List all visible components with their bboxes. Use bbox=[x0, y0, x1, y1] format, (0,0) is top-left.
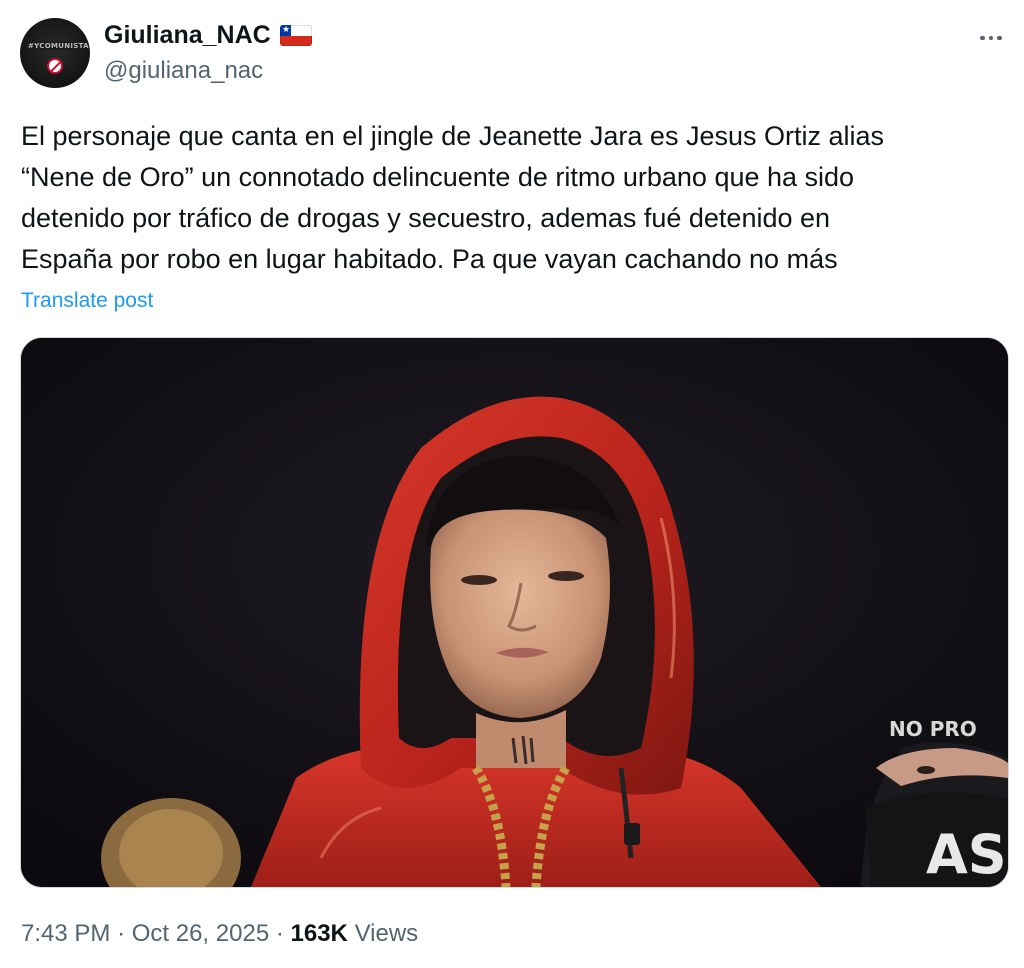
tweet-text: El personaje que canta en el jingle de J… bbox=[21, 121, 885, 274]
tweet-card: #YCOMUNISTA Giuliana_NAC ★ @giuliana_nac… bbox=[0, 0, 1024, 968]
avatar[interactable]: #YCOMUNISTA bbox=[20, 18, 90, 88]
prohibited-badge-icon bbox=[47, 58, 63, 74]
more-horizontal-icon[interactable] bbox=[972, 22, 1010, 54]
chile-flag-icon: ★ bbox=[280, 25, 312, 46]
tweet-time[interactable]: 7:43 PM bbox=[21, 920, 110, 947]
separator: · bbox=[117, 920, 126, 947]
tweet-metadata: 7:43 PM · Oct 26, 2025 · 163K Views bbox=[21, 917, 418, 951]
translate-post-link[interactable]: Translate post bbox=[21, 286, 153, 316]
author-handle[interactable]: @giuliana_nac bbox=[104, 55, 263, 87]
hood-text: NO PRO bbox=[889, 717, 977, 741]
tweet-date[interactable]: Oct 26, 2025 bbox=[132, 920, 269, 947]
author-display-name[interactable]: Giuliana_NAC bbox=[104, 18, 271, 52]
media-photo: NO PRO AS bbox=[21, 338, 1008, 887]
mask-text: AS bbox=[926, 823, 1007, 886]
avatar-band-text: #YCOMUNISTA bbox=[28, 42, 89, 50]
separator: · bbox=[275, 920, 284, 947]
views-label: Views bbox=[354, 920, 419, 947]
views-count: 163K bbox=[290, 920, 348, 947]
tweet-media-photo[interactable]: NO PRO AS bbox=[20, 337, 1009, 888]
